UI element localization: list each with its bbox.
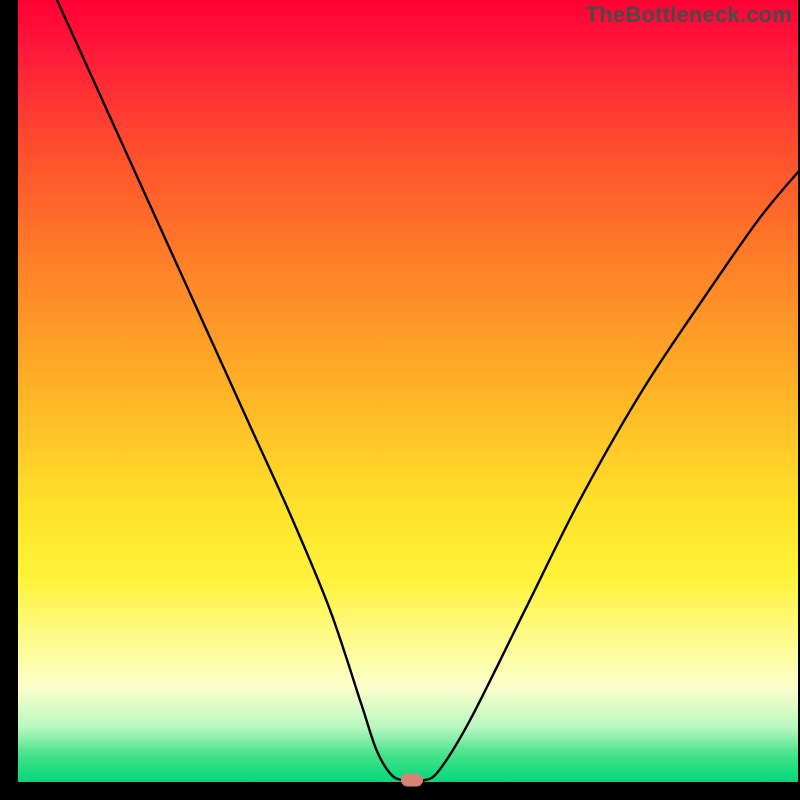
chart-frame: TheBottleneck.com [0, 0, 800, 800]
optimum-marker [401, 773, 423, 786]
bottleneck-curve [18, 0, 798, 782]
plot-area: TheBottleneck.com [18, 0, 798, 782]
